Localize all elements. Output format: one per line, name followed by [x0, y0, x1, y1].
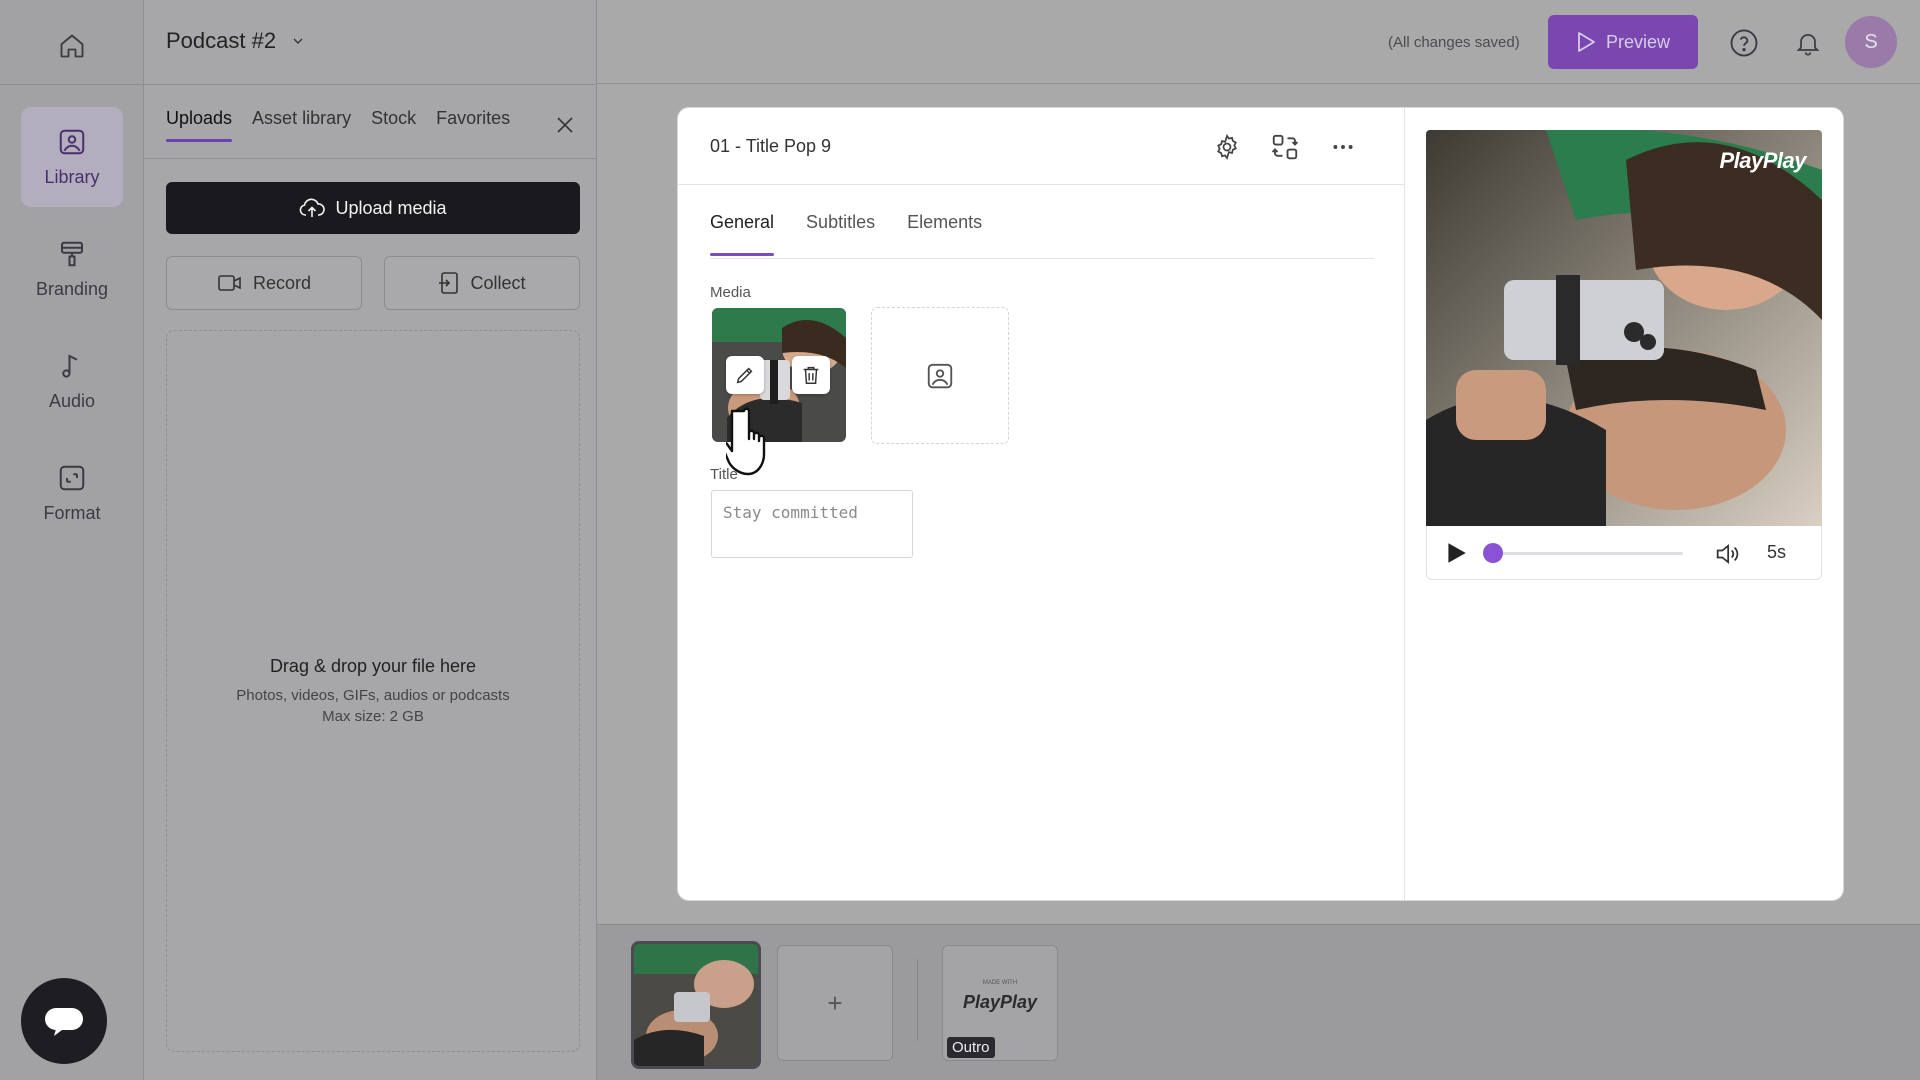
media-thumbnail[interactable] — [712, 308, 846, 442]
title-label: Title — [710, 466, 738, 483]
tab-subtitles[interactable]: Subtitles — [806, 212, 875, 255]
scene-title: 01 - Title Pop 9 — [710, 136, 832, 156]
timeline-divider — [917, 959, 918, 1041]
pencil-icon — [736, 367, 753, 384]
video-camera-icon — [218, 275, 241, 291]
project-title: Podcast #2 — [166, 28, 277, 53]
chevron-down-icon — [293, 38, 303, 44]
dropzone-max-size: Max size: 2 GB — [322, 707, 424, 725]
add-scene-button[interactable]: + — [777, 945, 893, 1061]
preview-button[interactable]: Preview — [1548, 15, 1698, 69]
dropzone-title: Drag & drop your file here — [269, 655, 477, 676]
upload-media-button[interactable]: Upload media — [166, 182, 580, 234]
save-status: (All changes saved) — [1388, 34, 1520, 51]
add-media-slot[interactable] — [871, 307, 1009, 444]
chat-icon — [45, 1008, 83, 1036]
timeline-outro[interactable]: MADE WITH PlayPlay Outro — [942, 945, 1058, 1061]
music-note-icon — [62, 353, 78, 378]
collect-icon — [439, 272, 459, 294]
chat-support-button[interactable] — [21, 978, 107, 1064]
tab-stock[interactable]: Stock — [371, 108, 416, 141]
video-preview[interactable]: PlayPlay — [1426, 130, 1822, 526]
image-placeholder-icon — [927, 363, 953, 388]
tab-elements[interactable]: Elements — [907, 212, 982, 255]
format-icon — [59, 465, 85, 490]
user-avatar[interactable]: S — [1845, 16, 1897, 68]
scene-thumbnail — [634, 944, 758, 1066]
collect-label: Collect — [470, 272, 526, 293]
dropzone-subtitle: Photos, videos, GIFs, audios or podcasts — [236, 686, 510, 704]
collect-button[interactable]: Collect — [384, 256, 580, 310]
home-icon — [60, 34, 84, 58]
scene-timeline: + MADE WITH PlayPlay Outro — [597, 924, 1920, 1080]
rail-item-format[interactable]: Format — [21, 443, 123, 543]
play-outline-icon — [1578, 32, 1595, 52]
edit-media-button[interactable] — [726, 356, 764, 394]
file-dropzone[interactable]: Drag & drop your file here Photos, video… — [166, 330, 580, 1052]
gear-icon — [1217, 133, 1237, 161]
more-options-button[interactable] — [1324, 128, 1362, 166]
help-icon — [1730, 29, 1758, 57]
library-panel: Podcast #2 Uploads Asset library Stock F… — [144, 0, 597, 1080]
upload-media-label: Upload media — [335, 197, 447, 218]
nav-rail: Library Branding Audio Format — [0, 0, 144, 1080]
video-brand-watermark: PlayPlay — [1719, 148, 1806, 173]
home-button[interactable] — [52, 26, 92, 66]
record-label: Record — [252, 272, 312, 293]
play-icon[interactable] — [1443, 540, 1469, 566]
trash-icon — [803, 366, 819, 384]
rail-item-branding[interactable]: Branding — [21, 219, 123, 319]
close-panel-button[interactable] — [548, 108, 582, 142]
rail-item-label: Format — [43, 502, 101, 523]
swap-layout-icon — [1271, 134, 1299, 160]
library-icon — [59, 129, 85, 154]
avatar-initial: S — [1864, 30, 1878, 53]
video-frame — [1426, 130, 1822, 526]
progress-knob[interactable] — [1482, 543, 1503, 563]
title-input[interactable] — [711, 490, 913, 558]
rail-item-label: Library — [44, 166, 100, 187]
card-header-divider — [678, 184, 1404, 185]
tab-favorites[interactable]: Favorites — [436, 108, 510, 141]
editor-tabs-divider — [710, 258, 1374, 259]
library-tabs: Uploads Asset library Stock Favorites — [166, 108, 510, 142]
rail-item-library[interactable]: Library — [21, 107, 123, 207]
swap-template-button[interactable] — [1266, 128, 1304, 166]
scene-settings-button[interactable] — [1208, 128, 1246, 166]
cloud-upload-icon — [300, 198, 326, 217]
outro-brand-logo: PlayPlay — [962, 992, 1038, 1012]
preview-label: Preview — [1605, 31, 1671, 52]
more-horizontal-icon — [1333, 145, 1353, 149]
media-label: Media — [710, 284, 751, 301]
tab-asset-library[interactable]: Asset library — [252, 108, 351, 141]
branding-icon — [61, 241, 83, 266]
top-bar: (All changes saved) Preview S — [597, 0, 1920, 84]
tab-general[interactable]: General — [710, 212, 775, 256]
project-title-dropdown[interactable]: Podcast #2 — [166, 28, 306, 54]
editor-tabs: General Subtitles Elements — [710, 212, 982, 256]
video-player-controls: 5s — [1426, 526, 1822, 580]
rail-divider — [0, 84, 144, 85]
bell-icon — [1796, 33, 1820, 56]
record-button[interactable]: Record — [166, 256, 362, 310]
help-button[interactable] — [1724, 23, 1764, 63]
volume-icon[interactable] — [1713, 540, 1741, 568]
rail-item-label: Audio — [48, 390, 96, 411]
outro-label: Outro — [947, 1037, 995, 1058]
rail-item-label: Branding — [35, 278, 109, 299]
notifications-button[interactable] — [1788, 23, 1828, 63]
panel-divider — [144, 84, 597, 85]
outro-made-with: MADE WITH — [982, 980, 1018, 986]
scene-editor-card: 01 - Title Pop 9 General Subtitles Eleme… — [677, 107, 1844, 901]
rail-item-audio[interactable]: Audio — [21, 331, 123, 431]
close-icon — [557, 117, 573, 133]
progress-track[interactable] — [1487, 552, 1683, 555]
timeline-scene-1[interactable] — [631, 941, 761, 1069]
tabs-divider — [144, 158, 597, 159]
card-split-divider — [1404, 108, 1405, 900]
video-duration: 5s — [1767, 542, 1787, 562]
plus-icon: + — [827, 987, 843, 1018]
tab-uploads[interactable]: Uploads — [166, 108, 233, 142]
delete-media-button[interactable] — [792, 356, 830, 394]
